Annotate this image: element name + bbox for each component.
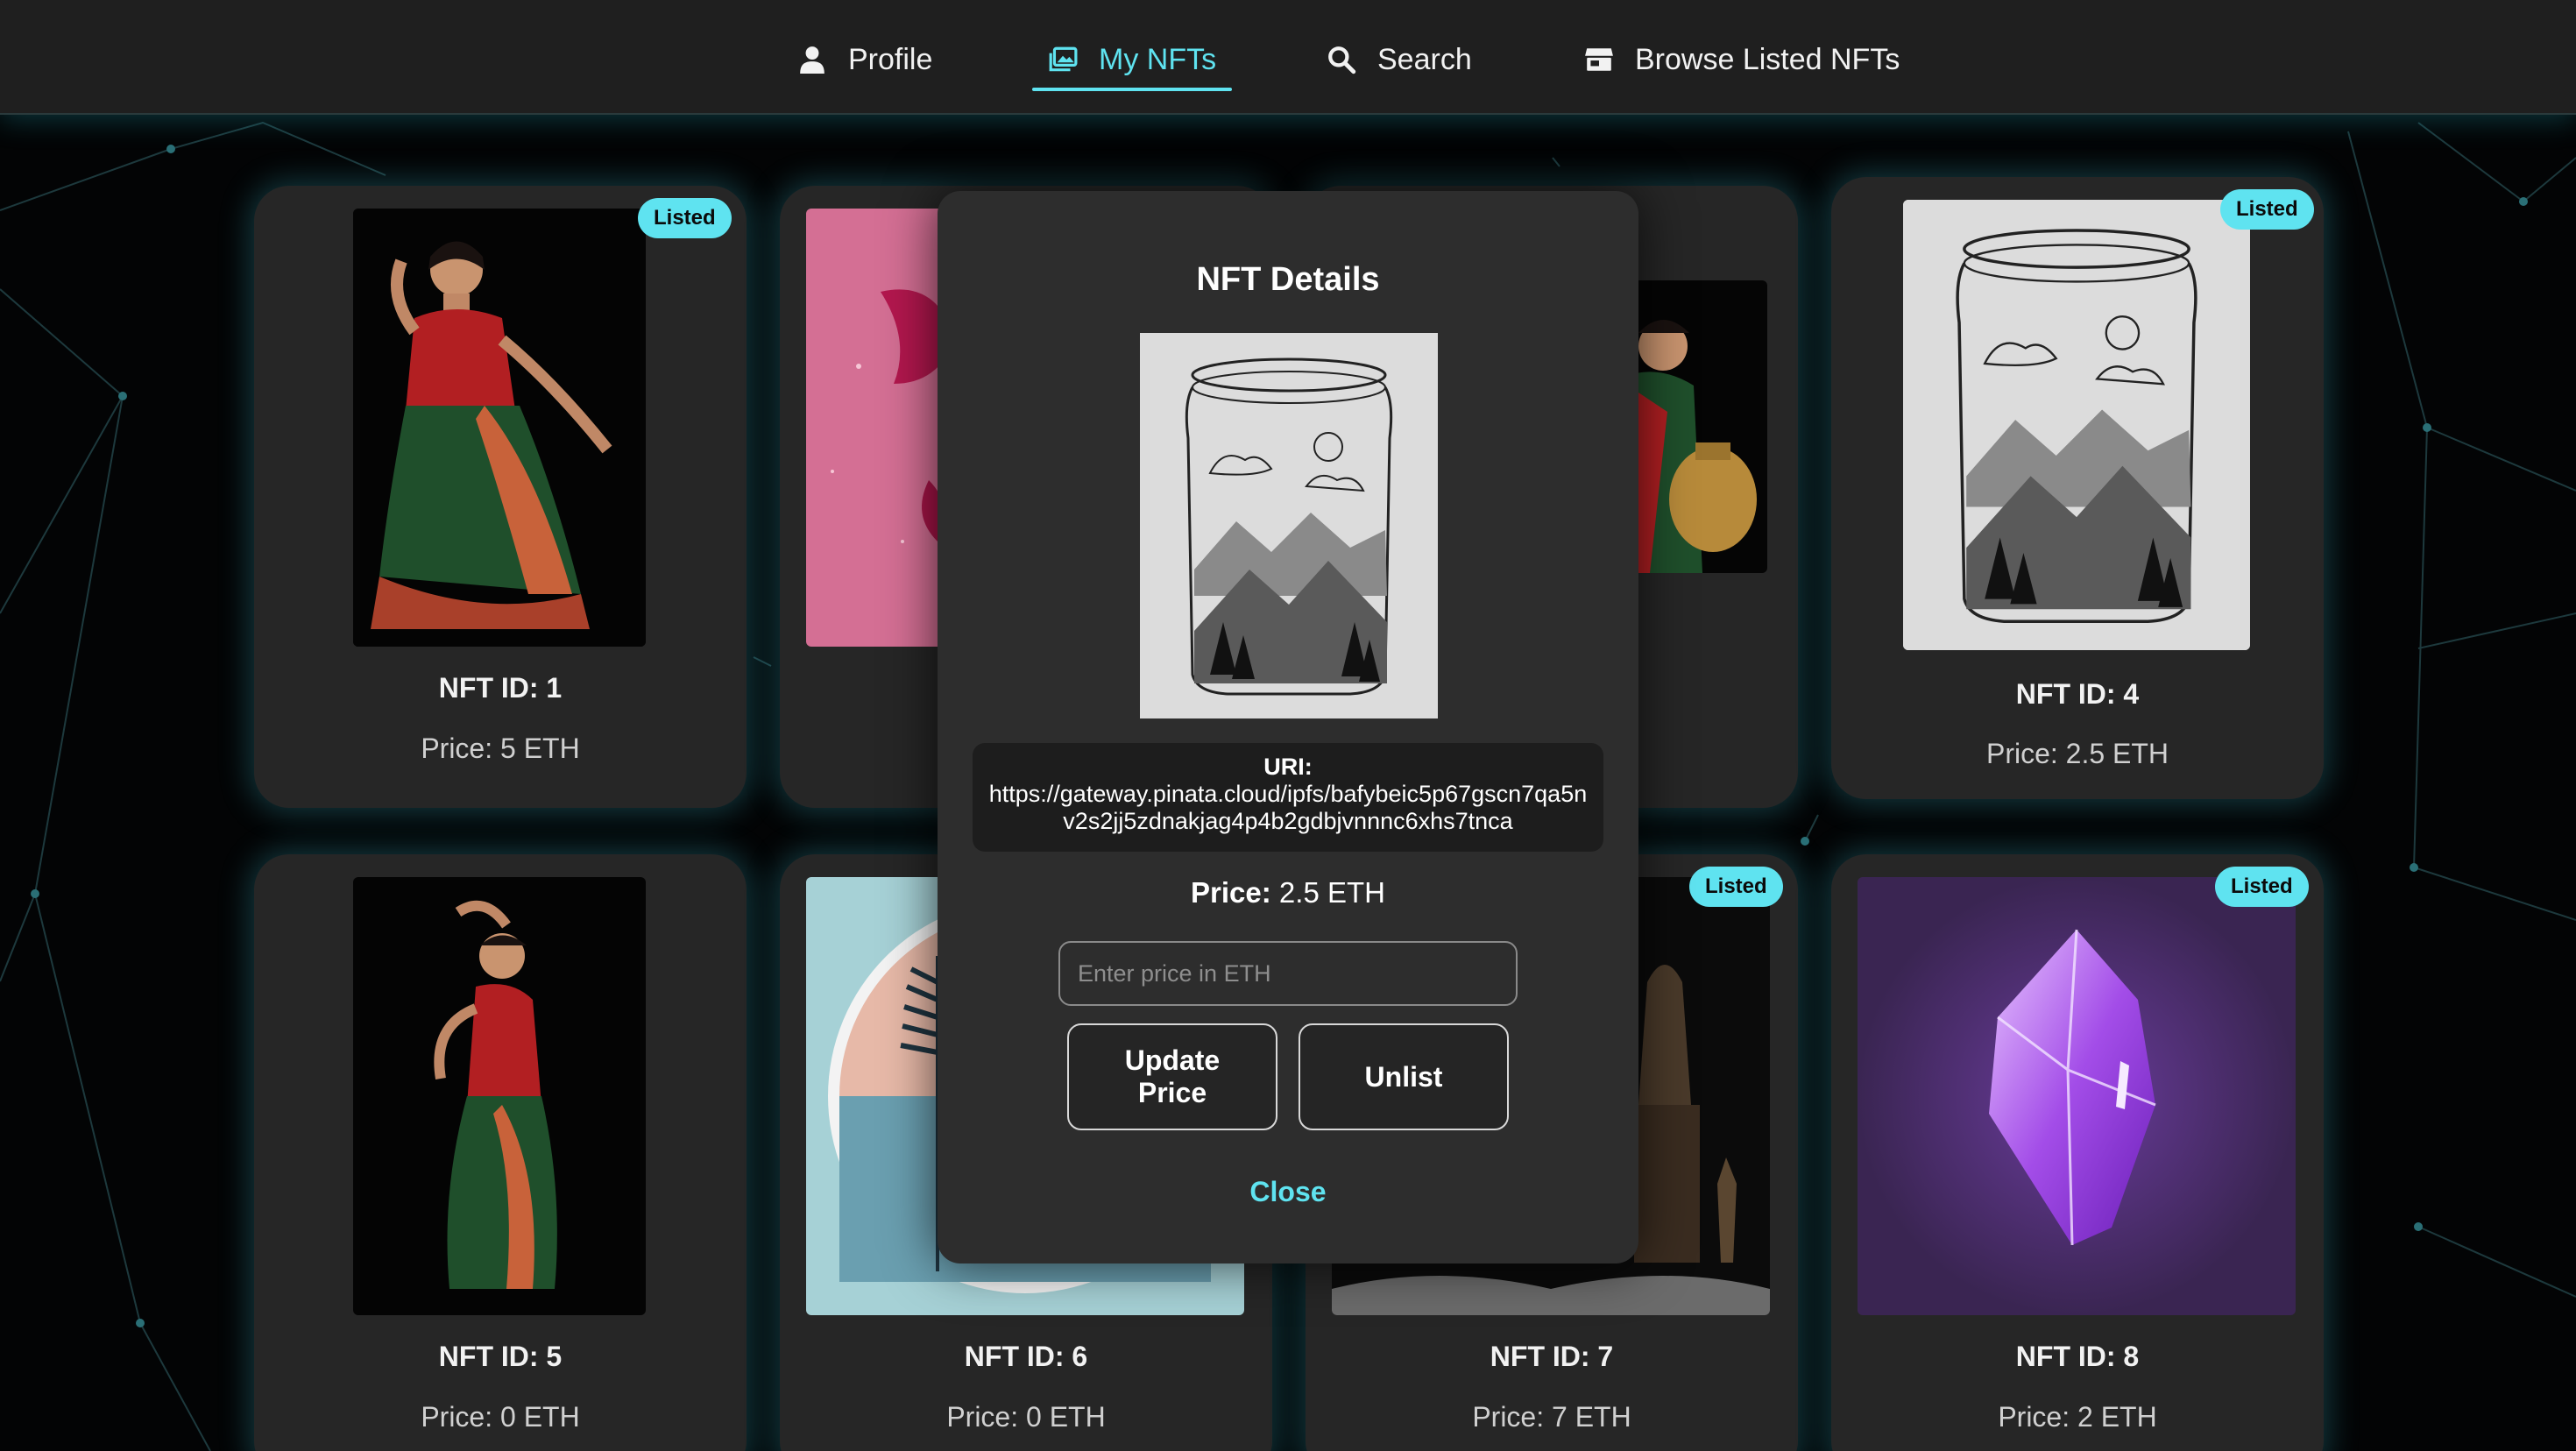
price-input[interactable] bbox=[1058, 941, 1518, 1006]
nav-my-nfts[interactable]: My NFTs bbox=[1031, 33, 1233, 91]
nav-profile-label: Profile bbox=[848, 42, 933, 76]
nft-price-label: Price: 5 ETH bbox=[421, 733, 580, 764]
nav-profile[interactable]: Profile bbox=[797, 33, 932, 86]
nav-my-nfts-label: My NFTs bbox=[1099, 42, 1217, 76]
purple-crystal-image bbox=[1858, 877, 2296, 1315]
listed-badge: Listed bbox=[1689, 867, 1783, 907]
nft-id-label: NFT ID: 5 bbox=[438, 1341, 563, 1372]
nft-image bbox=[1858, 877, 2296, 1315]
unlist-button[interactable]: Unlist bbox=[1299, 1023, 1509, 1130]
nft-id-label: NFT ID: 7 bbox=[1490, 1341, 1614, 1372]
modal-price-value: 2.5 ETH bbox=[1278, 876, 1385, 909]
listed-badge: Listed bbox=[638, 198, 732, 238]
nft-details-modal: NFT Details URI: https://gateway.pinata.… bbox=[938, 191, 1638, 1263]
nft-card[interactable]: Listed NFT ID: 4 Price: 2.5 ETH bbox=[1831, 177, 2324, 799]
nft-price-label: Price: 0 ETH bbox=[421, 1401, 580, 1433]
modal-title: NFT Details bbox=[1196, 261, 1380, 298]
modal-nft-image bbox=[1140, 333, 1438, 718]
nft-card[interactable]: NFT ID: 5 Price: 0 ETH bbox=[254, 854, 747, 1451]
nft-image bbox=[353, 209, 646, 647]
uri-box: URI: https://gateway.pinata.cloud/ipfs/b… bbox=[973, 743, 1603, 852]
nav-search-label: Search bbox=[1377, 42, 1472, 76]
update-price-button[interactable]: Update Price bbox=[1067, 1023, 1277, 1130]
nft-card[interactable]: Listed NFT ID: 8 Price: 2 ETH bbox=[1831, 854, 2324, 1451]
nft-id-label: NFT ID: 6 bbox=[964, 1341, 1088, 1372]
mountain-jar-image bbox=[1903, 200, 2250, 650]
dancer-portrait-image bbox=[353, 209, 646, 647]
top-navbar: Profile My NFTs Search Browse Listed NFT… bbox=[0, 0, 2576, 115]
nav-browse-listed[interactable]: Browse Listed NFTs bbox=[1584, 33, 1900, 86]
uri-value: https://gateway.pinata.cloud/ipfs/bafybe… bbox=[988, 781, 1588, 834]
nft-id-label: NFT ID: 4 bbox=[2015, 678, 2140, 710]
modal-price: Price: 2.5 ETH bbox=[938, 876, 1638, 910]
mountain-jar-image bbox=[1140, 333, 1438, 718]
nft-price-label: Price: 2.5 ETH bbox=[1985, 738, 2169, 769]
store-icon bbox=[1585, 48, 1613, 71]
search-icon bbox=[1328, 46, 1356, 74]
close-button[interactable]: Close bbox=[1249, 1176, 1326, 1207]
nft-card[interactable]: Listed NFT ID: 1 Price: 5 ETH bbox=[254, 186, 747, 808]
close-link-row: Close bbox=[0, 1176, 2576, 1208]
nft-id-label: NFT ID: 1 bbox=[438, 672, 563, 704]
nft-id-label: NFT ID: 8 bbox=[2015, 1341, 2140, 1372]
listed-badge: Listed bbox=[2220, 189, 2314, 230]
nft-price-label: Price: 2 ETH bbox=[1998, 1401, 2157, 1433]
nav-browse-label: Browse Listed NFTs bbox=[1635, 42, 1900, 76]
uri-label: URI: bbox=[1263, 754, 1313, 780]
user-icon bbox=[800, 46, 824, 74]
nft-price-label: Price: 7 ETH bbox=[1472, 1401, 1631, 1433]
nav-search[interactable]: Search bbox=[1327, 33, 1472, 86]
modal-price-label: Price: bbox=[1191, 876, 1271, 909]
listed-badge: Listed bbox=[2215, 867, 2309, 907]
dancer-pose-image bbox=[353, 877, 646, 1315]
images-icon bbox=[1049, 46, 1078, 72]
nft-image bbox=[1903, 200, 2250, 650]
nft-image bbox=[353, 877, 646, 1315]
nft-price-label: Price: 0 ETH bbox=[946, 1401, 1106, 1433]
